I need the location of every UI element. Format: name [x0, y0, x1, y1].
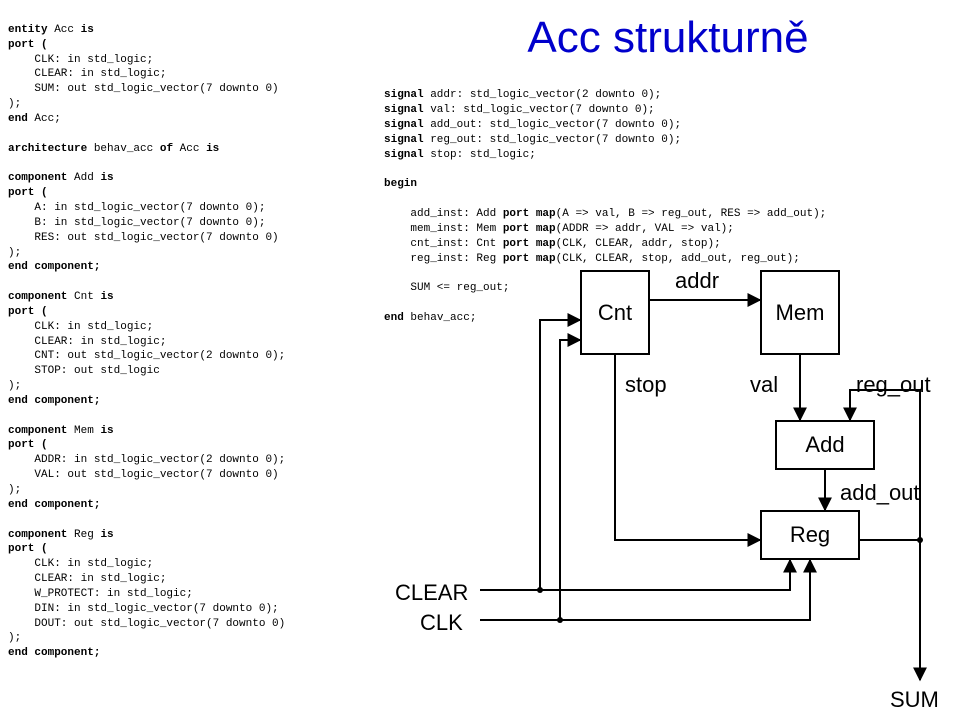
- txt: cnt_inst: Cnt: [384, 238, 503, 250]
- val-label: val: [750, 370, 778, 400]
- add-block: Add: [775, 420, 875, 470]
- left-code-block: entity Acc is port ( CLK: in std_logic; …: [0, 0, 380, 669]
- kw: is: [100, 291, 113, 303]
- txt: SUM: out std_logic_vector(7 downto 0): [8, 83, 279, 95]
- txt: [8, 410, 15, 422]
- right-column: Acc strukturně signal addr: std_logic_ve…: [380, 0, 960, 669]
- kw: port (: [8, 543, 48, 555]
- txt: CLK: in std_logic;: [8, 321, 153, 333]
- kw: component: [8, 172, 67, 184]
- txt: add_out: std_logic_vector(7 downto 0);: [424, 119, 681, 131]
- txt: [8, 157, 15, 169]
- txt: W_PROTECT: in std_logic;: [8, 588, 193, 600]
- kw: port map: [503, 208, 556, 220]
- kw: of: [160, 143, 173, 155]
- kw: end component;: [8, 261, 100, 273]
- signal-block: signal addr: std_logic_vector(2 downto 0…: [384, 73, 952, 162]
- txt: stop: std_logic;: [424, 149, 536, 161]
- txt: A: in std_logic_vector(7 downto 0);: [8, 202, 265, 214]
- txt: Acc;: [28, 113, 61, 125]
- txt: CLEAR: in std_logic;: [8, 573, 166, 585]
- txt: );: [8, 247, 21, 259]
- kw: component: [8, 425, 67, 437]
- cnt-block: Cnt: [580, 270, 650, 355]
- txt: RES: out std_logic_vector(7 downto 0): [8, 232, 279, 244]
- kw: is: [81, 24, 94, 36]
- txt: B: in std_logic_vector(7 downto 0);: [8, 217, 265, 229]
- block-diagram: Cnt Mem Add Reg CLEAR CLK addr stop val …: [380, 260, 940, 720]
- txt: DIN: in std_logic_vector(7 downto 0);: [8, 603, 279, 615]
- kw: end component;: [8, 499, 100, 511]
- txt: Cnt: [67, 291, 100, 303]
- txt: mem_inst: Mem: [384, 223, 503, 235]
- kw: signal: [384, 89, 424, 101]
- kw: begin: [384, 178, 417, 190]
- stop-label: stop: [625, 370, 667, 400]
- kw: architecture: [8, 143, 87, 155]
- kw: end: [8, 113, 28, 125]
- kw: is: [100, 425, 113, 437]
- txt: CNT: out std_logic_vector(2 downto 0);: [8, 350, 285, 362]
- txt: STOP: out std_logic: [8, 365, 160, 377]
- txt: );: [8, 98, 21, 110]
- txt: val: std_logic_vector(7 downto 0);: [424, 104, 655, 116]
- txt: Acc: [173, 143, 206, 155]
- kw: is: [100, 172, 113, 184]
- txt: Add: [67, 172, 100, 184]
- txt: CLEAR: in std_logic;: [8, 68, 166, 80]
- mem-block: Mem: [760, 270, 840, 355]
- kw: component: [8, 291, 67, 303]
- txt: VAL: out std_logic_vector(7 downto 0): [8, 469, 279, 481]
- kw: port map: [503, 238, 556, 250]
- kw: signal: [384, 149, 424, 161]
- kw: end component;: [8, 395, 100, 407]
- kw: is: [206, 143, 219, 155]
- txt: addr: std_logic_vector(2 downto 0);: [424, 89, 662, 101]
- txt: [8, 128, 15, 140]
- kw: signal: [384, 134, 424, 146]
- txt: Reg: [67, 529, 100, 541]
- kw: end component;: [8, 647, 100, 659]
- txt: CLK: in std_logic;: [8, 54, 153, 66]
- kw: port (: [8, 306, 48, 318]
- kw: port (: [8, 439, 48, 451]
- regout-label: reg_out: [856, 370, 931, 400]
- txt: reg_out: std_logic_vector(7 downto 0);: [424, 134, 681, 146]
- txt: DOUT: out std_logic_vector(7 downto 0): [8, 618, 285, 630]
- txt: (ADDR => addr, VAL => val);: [556, 223, 734, 235]
- txt: CLEAR: in std_logic;: [8, 336, 166, 348]
- kw: port map: [503, 223, 556, 235]
- kw: signal: [384, 119, 424, 131]
- txt: Mem: [67, 425, 100, 437]
- txt: behav_acc: [87, 143, 160, 155]
- txt: [8, 514, 15, 526]
- reg-block: Reg: [760, 510, 860, 560]
- txt: ADDR: in std_logic_vector(2 downto 0);: [8, 454, 285, 466]
- kw: component: [8, 529, 67, 541]
- kw: entity: [8, 24, 48, 36]
- txt: );: [8, 380, 21, 392]
- kw: port (: [8, 187, 48, 199]
- txt: add_inst: Add: [384, 208, 503, 220]
- clk-label: CLK: [420, 608, 463, 638]
- addr-label: addr: [675, 266, 719, 296]
- addout-label: add_out: [840, 478, 920, 508]
- txt: );: [8, 632, 21, 644]
- txt: Acc: [48, 24, 81, 36]
- txt: );: [8, 484, 21, 496]
- kw: is: [100, 529, 113, 541]
- txt: (CLK, CLEAR, addr, stop);: [556, 238, 721, 250]
- clear-label: CLEAR: [395, 578, 468, 608]
- kw: signal: [384, 104, 424, 116]
- txt: (A => val, B => reg_out, RES => add_out)…: [556, 208, 827, 220]
- sum-label: SUM: [890, 685, 939, 715]
- kw: port (: [8, 39, 48, 51]
- slide-title: Acc strukturně: [384, 8, 952, 67]
- txt: CLK: in std_logic;: [8, 558, 153, 570]
- txt: [8, 276, 15, 288]
